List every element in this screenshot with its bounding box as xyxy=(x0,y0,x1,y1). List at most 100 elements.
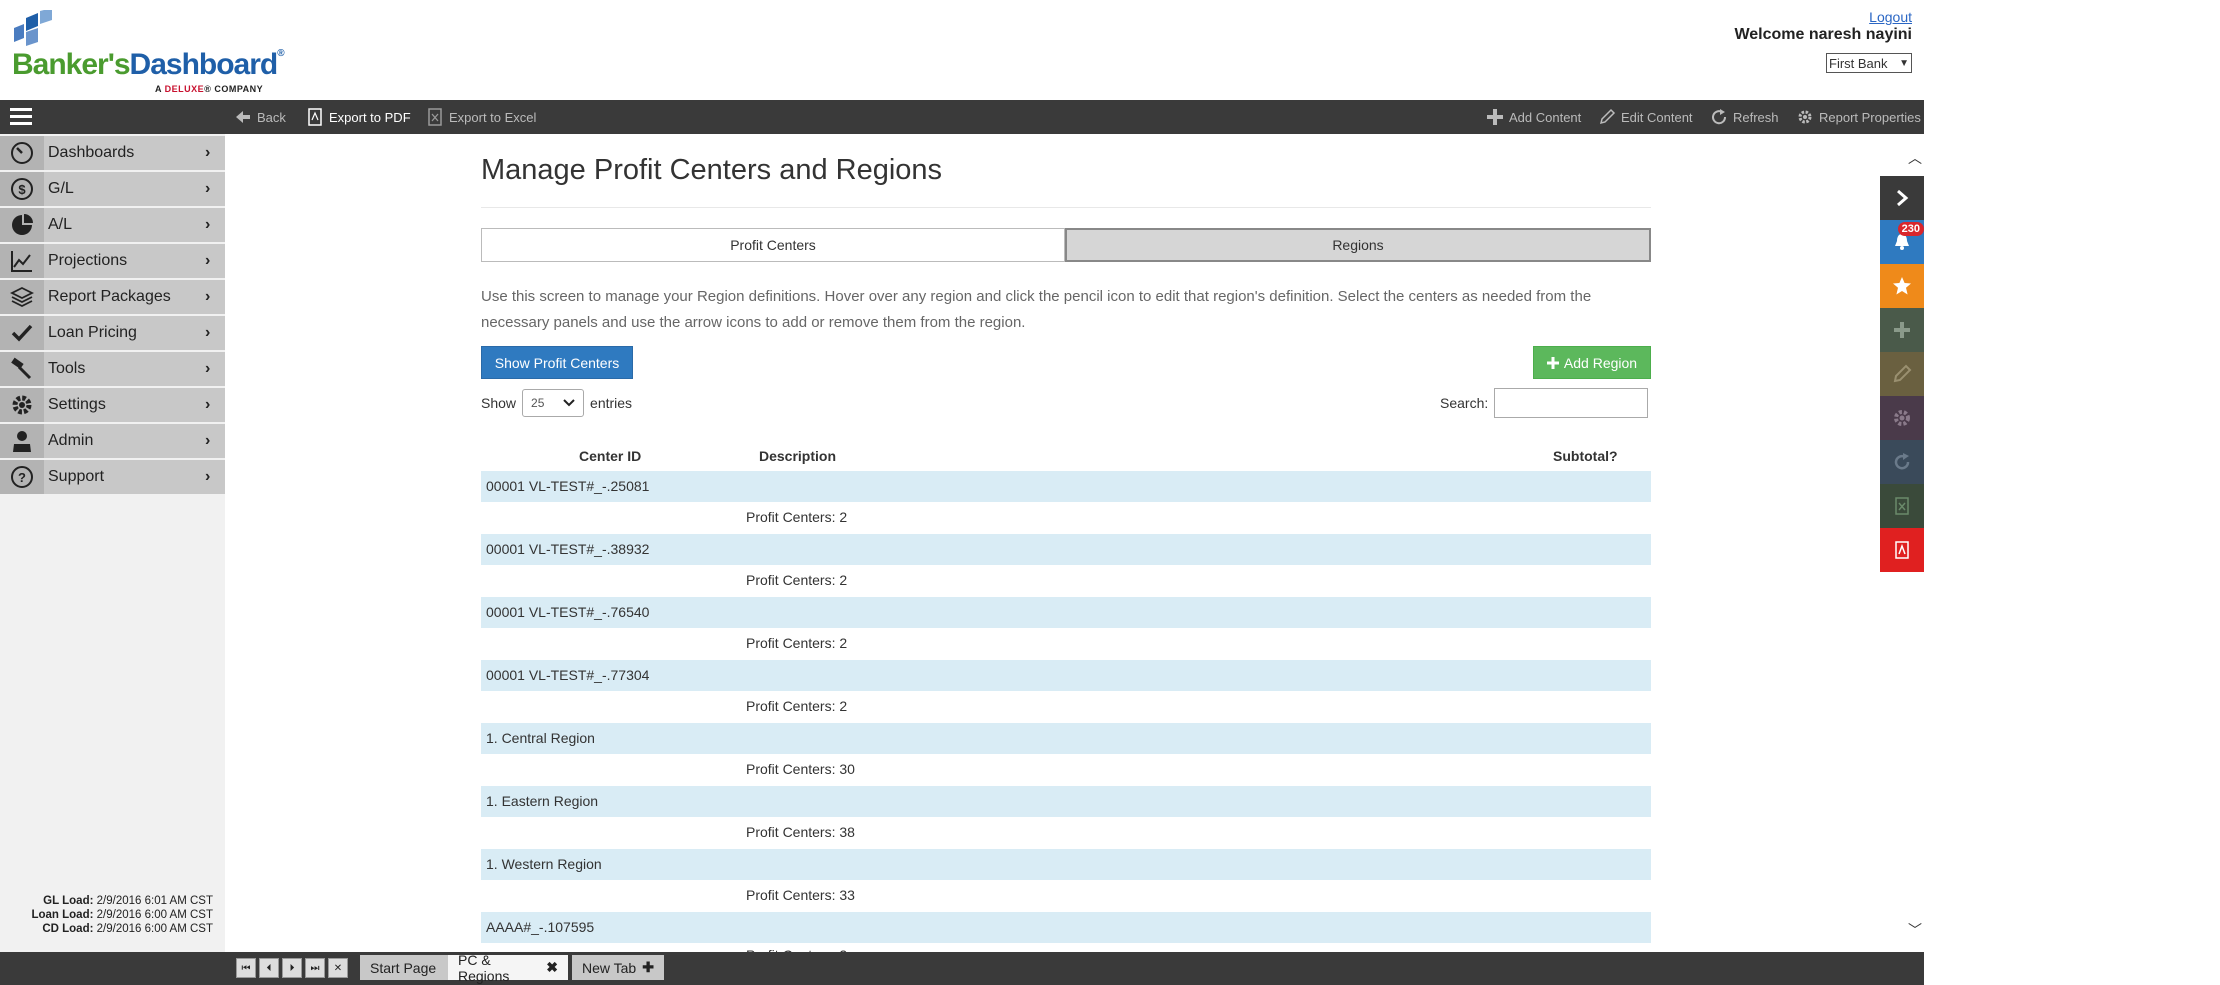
pencil-icon xyxy=(1599,108,1616,125)
plus-icon[interactable]: ✚ xyxy=(642,959,654,976)
sidebar-item-admin[interactable]: Admin › xyxy=(0,424,225,460)
sidebar-item-dashboards[interactable]: Dashboards › xyxy=(0,136,225,172)
favorites-button[interactable] xyxy=(1880,264,1924,308)
back-label: Back xyxy=(257,109,286,125)
logout-link[interactable]: Logout xyxy=(1869,9,1912,25)
export-excel-button[interactable]: Export to Excel xyxy=(426,100,536,134)
region-detail: Profit Centers: 2 xyxy=(746,635,848,651)
tab-new-tab[interactable]: New Tab ✚ xyxy=(572,955,664,980)
back-arrow-icon xyxy=(236,111,250,123)
add-content-button[interactable]: Add Content xyxy=(1486,100,1581,134)
sidebar-item-support[interactable]: ? Support › xyxy=(0,460,225,496)
gl-load: GL Load: 2/9/2016 6:01 AM CST xyxy=(43,895,213,907)
scroll-up-icon[interactable]: ︿ xyxy=(1908,148,1922,168)
edit-content-side-button[interactable] xyxy=(1880,352,1924,396)
tab-regions[interactable]: Regions xyxy=(1065,228,1651,262)
menu-icon[interactable] xyxy=(10,108,32,126)
welcome-text: Welcome naresh nayini xyxy=(1734,26,1912,43)
column-header-subtotal[interactable]: Subtotal? xyxy=(1553,448,1618,464)
help-icon: ? xyxy=(0,460,44,494)
bankers-dashboard-logo[interactable]: Banker'sDashboard® A DELUXE® COMPANY xyxy=(10,10,285,94)
table-row[interactable]: 1. Western Region xyxy=(481,848,1651,880)
edit-content-button[interactable]: Edit Content xyxy=(1598,100,1693,134)
svg-text:?: ? xyxy=(18,470,26,485)
export-pdf-side-button[interactable] xyxy=(1880,528,1924,572)
entries-select[interactable]: 25 xyxy=(522,389,585,417)
report-properties-button[interactable]: Report Properties xyxy=(1796,100,1921,134)
layers-icon xyxy=(0,280,44,314)
table-row[interactable]: 00001 VL-TEST#_-.76540 xyxy=(481,596,1651,628)
close-all-tabs-icon[interactable]: ✕ xyxy=(328,958,348,978)
sidebar-item-projections[interactable]: Projections › xyxy=(0,244,225,280)
sidebar-item-settings[interactable]: Settings › xyxy=(0,388,225,424)
main-content: Manage Profit Centers and Regions Profit… xyxy=(225,134,1900,955)
export-pdf-button[interactable]: Export to PDF xyxy=(306,100,411,134)
table-row[interactable]: Profit Centers: 2 xyxy=(481,628,1651,659)
region-id: AAAA#_-.107595 xyxy=(486,919,595,935)
search-control: Search: xyxy=(1440,388,1649,418)
hammer-icon xyxy=(0,352,44,386)
table-row[interactable]: AAAA#_-.107595 xyxy=(481,911,1651,943)
add-region-button[interactable]: Add Region xyxy=(1533,346,1651,379)
show-profit-centers-button[interactable]: Show Profit Centers xyxy=(481,346,633,379)
bank-select[interactable]: First Bank ▼ xyxy=(1826,53,1912,73)
table-row[interactable]: Profit Centers: 30 xyxy=(481,754,1651,785)
table-row[interactable]: Profit Centers: 33 xyxy=(481,880,1651,911)
table-row[interactable]: Profit Centers: 2 xyxy=(481,502,1651,533)
plus-icon xyxy=(1487,109,1503,125)
table-row[interactable]: 00001 VL-TEST#_-.77304 xyxy=(481,659,1651,691)
table-row[interactable]: Profit Centers: 38 xyxy=(481,817,1651,848)
refresh-icon xyxy=(1894,453,1910,470)
table-row[interactable]: 1. Eastern Region xyxy=(481,785,1651,817)
divider xyxy=(481,207,1651,208)
tab-start-page[interactable]: Start Page xyxy=(360,955,448,980)
add-content-side-button[interactable] xyxy=(1880,308,1924,352)
refresh-icon xyxy=(1712,109,1727,125)
sidebar-item-label: Settings xyxy=(48,396,106,413)
sidebar-item-label: G/L xyxy=(48,180,74,197)
table-row[interactable]: 00001 VL-TEST#_-.38932 xyxy=(481,533,1651,565)
column-header-description[interactable]: Description xyxy=(759,448,836,464)
refresh-button[interactable]: Refresh xyxy=(1710,100,1779,134)
sidebar-item-loan-pricing[interactable]: Loan Pricing › xyxy=(0,316,225,352)
sidebar-item-al[interactable]: A/L › xyxy=(0,208,225,244)
sidebar-item-label: Support xyxy=(48,468,105,485)
tab-pc-regions[interactable]: PC & Regions ✖ xyxy=(448,952,568,984)
table-row[interactable]: 00001 VL-TEST#_-.25081 xyxy=(481,470,1651,502)
tab-profit-centers[interactable]: Profit Centers xyxy=(481,228,1065,262)
chevron-right-icon: › xyxy=(205,144,211,161)
refresh-side-button[interactable] xyxy=(1880,440,1924,484)
export-excel-side-button[interactable] xyxy=(1880,484,1924,528)
first-tab-icon[interactable]: ⏮ xyxy=(236,958,256,978)
sidebar-item-label: A/L xyxy=(48,216,73,233)
scroll-down-icon[interactable]: ﹀ xyxy=(1908,920,1922,940)
next-tab-icon[interactable]: ⏵ xyxy=(282,958,302,978)
table-row[interactable]: Profit Centers: 2 xyxy=(481,565,1651,596)
column-header-center-id[interactable]: Center ID xyxy=(579,448,641,464)
back-button[interactable]: Back xyxy=(234,100,286,134)
sidebar-item-gl[interactable]: $ G/L › xyxy=(0,172,225,208)
region-id: 00001 VL-TEST#_-.38932 xyxy=(486,541,650,557)
notifications-button[interactable]: 230 xyxy=(1880,220,1924,264)
report-properties-label: Report Properties xyxy=(1819,109,1921,125)
bottom-tab-bar: ⏮ ⏴ ⏵ ⏭ ✕ Start Page PC & Regions ✖ New … xyxy=(0,952,1924,985)
gear-icon xyxy=(1798,110,1812,124)
settings-side-button[interactable] xyxy=(1880,396,1924,440)
search-input[interactable] xyxy=(1494,388,1649,418)
last-tab-icon[interactable]: ⏭ xyxy=(305,958,325,978)
sidebar-item-report-packages[interactable]: Report Packages › xyxy=(0,280,225,316)
toolbar: Back Export to PDF Export to Excel Add C… xyxy=(0,100,1924,134)
table-row[interactable]: Profit Centers: 2 xyxy=(481,691,1651,722)
close-icon[interactable]: ✖ xyxy=(546,959,558,976)
chevron-right-icon: › xyxy=(205,180,211,197)
chevron-right-icon: › xyxy=(205,396,211,413)
regions-table: 00001 VL-TEST#_-.25081 Profit Centers: 2… xyxy=(481,470,1651,955)
notification-count-badge: 230 xyxy=(1897,222,1924,236)
pie-chart-icon xyxy=(0,208,44,242)
previous-tab-icon[interactable]: ⏴ xyxy=(259,958,279,978)
excel-icon xyxy=(1895,497,1909,515)
chevron-right-icon: › xyxy=(205,288,211,305)
sidebar-item-tools[interactable]: Tools › xyxy=(0,352,225,388)
table-row[interactable]: 1. Central Region xyxy=(481,722,1651,754)
expand-panel-button[interactable] xyxy=(1880,176,1924,220)
